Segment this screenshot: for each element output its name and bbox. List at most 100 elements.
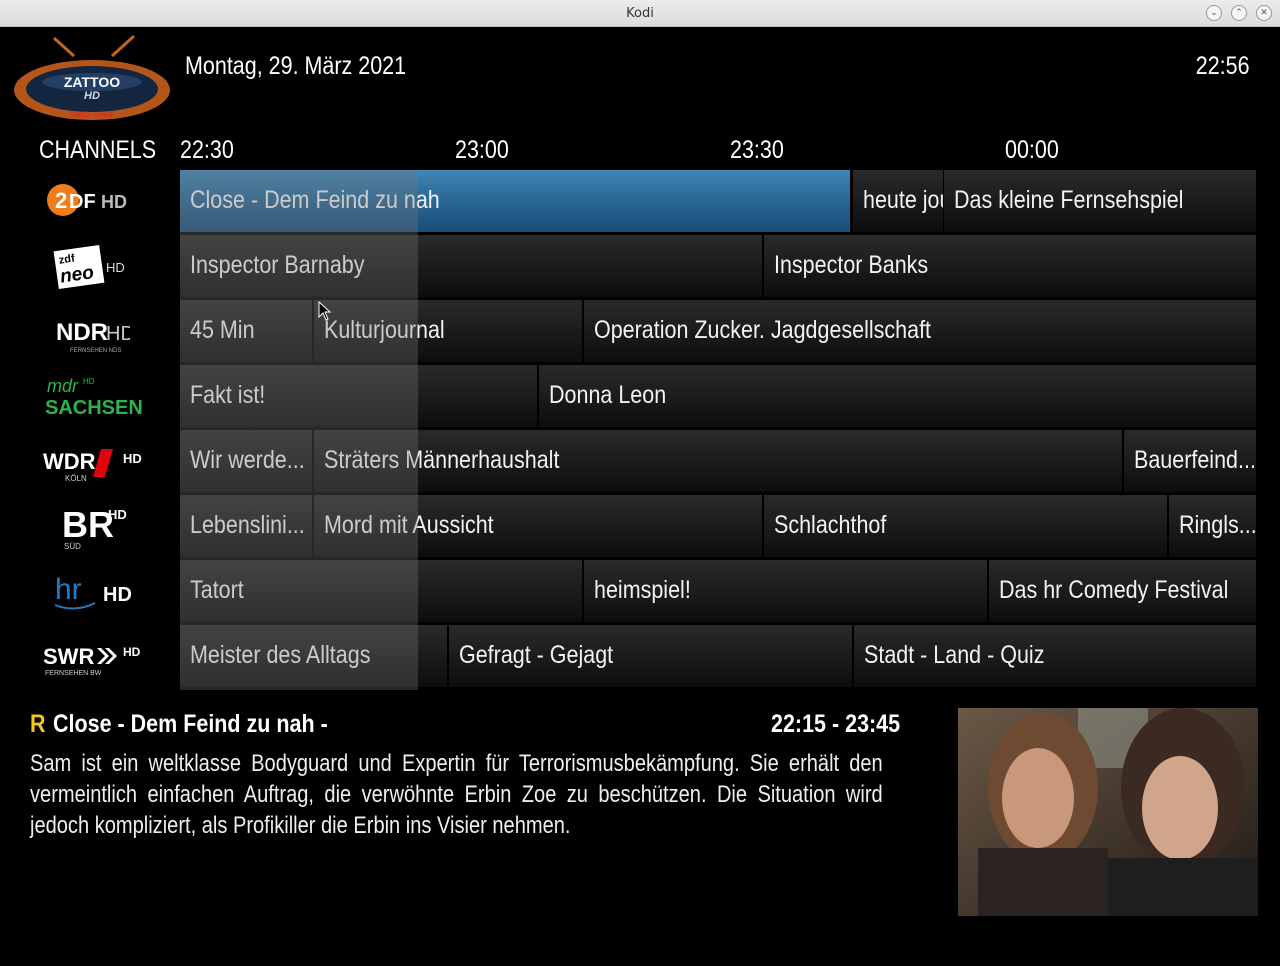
program-title: Lebenslini... (190, 511, 305, 539)
program-title: Inspector Banks (774, 251, 929, 279)
program-description: Sam ist ein weltklasse Bodyguard und Exp… (30, 750, 883, 839)
svg-text:Matrix ready: Matrix ready (70, 110, 115, 119)
channel-logo-mdr[interactable]: mdr HD SACHSEN (30, 368, 150, 424)
epg-program[interactable]: Fakt ist! (180, 365, 539, 427)
program-title: Donna Leon (549, 381, 667, 409)
epg-program-focused[interactable]: Close - Dem Feind zu nah (180, 170, 852, 232)
program-title: Gefragt - Gejagt (459, 641, 614, 669)
program-title: Fakt ist! (190, 381, 266, 409)
epg-program[interactable]: Ringls... (1169, 495, 1258, 557)
svg-text:HD: HD (106, 323, 130, 345)
timeline-tick: 22:30 (180, 136, 234, 164)
svg-text:SÜD: SÜD (64, 542, 81, 551)
program-info-time: 22:15 - 23:45 (770, 710, 900, 738)
svg-text:SWR: SWR (43, 644, 94, 669)
program-title: Das hr Comedy Festival (999, 576, 1229, 604)
svg-text:HD: HD (123, 645, 141, 659)
close-icon[interactable]: ✕ (1256, 5, 1272, 21)
svg-text:KÖLN: KÖLN (65, 474, 87, 483)
program-title: Mord mit Aussicht (324, 511, 494, 539)
window-titlebar: Kodi ⌄ ⌃ ✕ (0, 0, 1280, 27)
svg-text:HD: HD (103, 584, 132, 606)
current-date: Montag, 29. März 2021 (185, 52, 407, 80)
epg-program[interactable]: Lebenslini... (180, 495, 314, 557)
program-title: Wir werde... (190, 446, 305, 474)
mouse-cursor-icon (318, 301, 332, 321)
epg-program[interactable]: Inspector Barnaby (180, 235, 764, 297)
maximize-icon[interactable]: ⌃ (1231, 5, 1247, 21)
epg-program[interactable]: Stadt - Land - Quiz (854, 625, 1258, 687)
svg-text:FERNSEHEN BW: FERNSEHEN BW (45, 670, 102, 677)
ndr-hd-logo: NDR HD FERNSEHEN NDS (56, 319, 130, 354)
channel-logo-wdr[interactable]: WDR HD KÖLN (30, 433, 150, 489)
epg-program[interactable]: Das hr Comedy Festival (989, 560, 1258, 622)
svg-text:BR: BR (62, 504, 114, 545)
program-title: Ringls... (1179, 511, 1257, 539)
program-title: Meister des Alltags (190, 641, 371, 669)
epg-program[interactable]: 45 Min (180, 300, 314, 362)
svg-text:mdr: mdr (47, 376, 79, 396)
svg-text:HD: HD (108, 507, 127, 522)
epg-program[interactable]: heimspiel! (584, 560, 989, 622)
hr-hd-logo: hr HD (54, 573, 132, 610)
program-title: Close - Dem Feind zu nah (190, 186, 440, 214)
window-title: Kodi (626, 6, 654, 21)
epg-program[interactable]: Sträters Männerhaushalt (314, 430, 1124, 492)
svg-text:HD: HD (123, 451, 142, 466)
current-time: 22:56 (1196, 52, 1250, 80)
wdr-koeln-logo: WDR HD KÖLN (43, 449, 142, 483)
svg-text:DF: DF (69, 191, 96, 213)
epg-program[interactable]: Donna Leon (539, 365, 1258, 427)
program-title: Stadt - Land - Quiz (864, 641, 1045, 669)
timeline-tick: 00:00 (1005, 136, 1059, 164)
channel-logo-zdf[interactable]: 2 DF HD (30, 172, 150, 228)
channel-logo-br[interactable]: BR HD SÜD (30, 497, 150, 553)
program-title: Sträters Männerhaushalt (324, 446, 560, 474)
epg-program[interactable]: Inspector Banks (764, 235, 1258, 297)
program-title: Das kleine Fernsehspiel (954, 186, 1184, 214)
svg-text:HD: HD (106, 260, 125, 275)
epg-program[interactable]: Gefragt - Gejagt (449, 625, 854, 687)
rating-badge: R (30, 710, 46, 738)
epg-program[interactable]: Kulturjournal (314, 300, 584, 362)
zdf-hd-logo: 2 DF HD (47, 184, 127, 216)
zattoo-logo: ZATTOO HD Matrix ready (14, 34, 174, 120)
program-thumbnail (958, 708, 1258, 916)
channel-logo-hr[interactable]: hr HD (30, 563, 150, 619)
program-title: Inspector Barnaby (190, 251, 365, 279)
channel-logo-ndr[interactable]: NDR HD FERNSEHEN NDS (30, 304, 150, 360)
mdr-sachsen-logo: mdr HD SACHSEN (45, 376, 143, 419)
epg-program[interactable]: Mord mit Aussicht (314, 495, 764, 557)
program-title: Kulturjournal (324, 316, 445, 344)
program-title: Operation Zucker. Jagdgesellschaft (594, 316, 932, 344)
minimize-icon[interactable]: ⌄ (1206, 5, 1222, 21)
epg-program[interactable]: Wir werde... (180, 430, 314, 492)
program-title: Tatort (190, 576, 244, 604)
timeline-tick: 23:30 (730, 136, 784, 164)
epg-program[interactable]: Operation Zucker. Jagdgesellschaft (584, 300, 1258, 362)
epg-program[interactable]: Meister des Alltags (180, 625, 449, 687)
svg-text:SACHSEN: SACHSEN (45, 397, 143, 419)
program-title: Schlachthof (774, 511, 887, 539)
epg-program[interactable]: heute journal (853, 170, 945, 232)
channel-logo-swr[interactable]: SWR HD FERNSEHEN BW (30, 628, 150, 684)
svg-text:ZATTOO: ZATTOO (64, 74, 120, 90)
svg-text:HD: HD (84, 90, 100, 102)
program-title: heute journal (863, 186, 943, 214)
epg-program[interactable]: Bauerfeind... (1124, 430, 1258, 492)
program-info-title: Close - Dem Feind zu nah - (53, 710, 328, 738)
channels-header: CHANNELS (39, 136, 157, 164)
timeline-tick: 23:00 (455, 136, 509, 164)
svg-text:FERNSEHEN NDS: FERNSEHEN NDS (70, 348, 121, 354)
program-title: heimspiel! (594, 576, 691, 604)
epg-program[interactable]: Das kleine Fernsehspiel (944, 170, 1258, 232)
channel-logo-zdfneo[interactable]: zdf neo HD (30, 238, 150, 294)
svg-text:hr: hr (55, 573, 82, 606)
svg-text:HD: HD (101, 192, 127, 212)
epg-program[interactable]: Schlachthof (764, 495, 1169, 557)
epg-program[interactable]: Tatort (180, 560, 584, 622)
zdf-neo-logo: zdf neo HD (53, 244, 125, 290)
svg-text:2: 2 (55, 188, 67, 213)
svg-text:WDR: WDR (43, 449, 96, 474)
program-title: Bauerfeind... (1134, 446, 1256, 474)
